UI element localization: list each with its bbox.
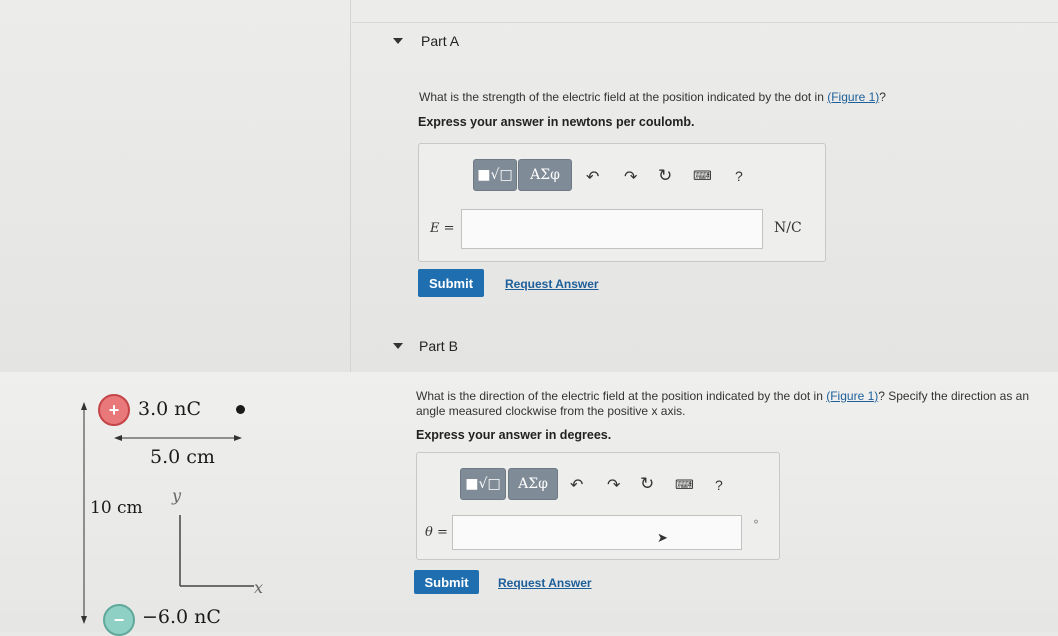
part-a-question-end: ?: [879, 90, 886, 104]
positive-charge-icon: +: [98, 394, 130, 426]
part-b-question-line2: angle measured clockwise from the positi…: [416, 404, 686, 418]
part-a-question: What is the strength of the electric fie…: [419, 90, 1039, 105]
part-b-question: What is the direction of the electric fi…: [416, 389, 1058, 419]
undo-icon[interactable]: ↶: [570, 475, 583, 495]
part-a-figure-link[interactable]: (Figure 1): [827, 90, 879, 104]
help-button[interactable]: ?: [715, 477, 723, 493]
help-button[interactable]: ?: [735, 168, 743, 184]
part-b-submit-button[interactable]: Submit: [414, 570, 479, 594]
part-b-figure-link[interactable]: (Figure 1): [826, 389, 878, 403]
positive-charge-label: 3.0 nC: [138, 398, 202, 420]
collapse-part-b-icon[interactable]: [393, 343, 403, 349]
part-b-variable-label: θ =: [425, 525, 448, 540]
top-rule: [352, 22, 1058, 23]
collapse-part-a-icon[interactable]: [393, 38, 403, 44]
part-b-question-end: ? Specify the direction as an: [878, 389, 1030, 403]
x-axis-label: x: [254, 578, 264, 597]
redo-icon[interactable]: ↷: [624, 167, 637, 187]
part-b-title[interactable]: Part B: [419, 338, 458, 354]
part-b-instruction: Express your answer in degrees.: [416, 428, 612, 442]
part-b-greek-button[interactable]: ΑΣφ: [508, 468, 558, 500]
undo-icon[interactable]: ↶: [586, 167, 599, 187]
part-a-unit: N/C: [774, 220, 802, 236]
part-b-request-answer-link[interactable]: Request Answer: [498, 576, 592, 590]
part-a-answer-input[interactable]: [461, 209, 763, 249]
keyboard-icon[interactable]: ⌨: [675, 477, 694, 493]
negative-charge-label: −6.0 nC: [142, 606, 221, 628]
y-axis-label: y: [172, 486, 182, 505]
part-a-question-text: What is the strength of the electric fie…: [419, 90, 828, 104]
part-b-question-text: What is the direction of the electric fi…: [416, 389, 827, 403]
part-b-templates-button[interactable]: ■√□: [460, 468, 506, 500]
vertical-distance-label: 10 cm: [90, 498, 143, 518]
part-a-variable-label: E =: [430, 221, 455, 236]
part-a-submit-button[interactable]: Submit: [418, 269, 484, 297]
horizontal-distance-label: 5.0 cm: [150, 446, 215, 468]
redo-icon[interactable]: ↷: [607, 475, 620, 495]
part-a-greek-button[interactable]: ΑΣφ: [518, 159, 572, 191]
part-a-templates-button[interactable]: ■√□: [473, 159, 517, 191]
reset-icon[interactable]: ↻: [658, 166, 672, 186]
part-a-title[interactable]: Part A: [421, 33, 459, 49]
negative-charge-icon: −: [103, 604, 135, 636]
part-a-instruction: Express your answer in newtons per coulo…: [418, 115, 695, 129]
reset-icon[interactable]: ↻: [640, 474, 654, 494]
part-b-unit: °: [753, 518, 759, 532]
field-point-dot: [236, 405, 245, 414]
keyboard-icon[interactable]: ⌨: [693, 168, 712, 184]
part-a-request-answer-link[interactable]: Request Answer: [505, 277, 599, 291]
mouse-cursor-icon: ➤: [657, 530, 668, 545]
part-b-answer-input[interactable]: [452, 515, 742, 550]
panel-divider: [350, 0, 351, 372]
